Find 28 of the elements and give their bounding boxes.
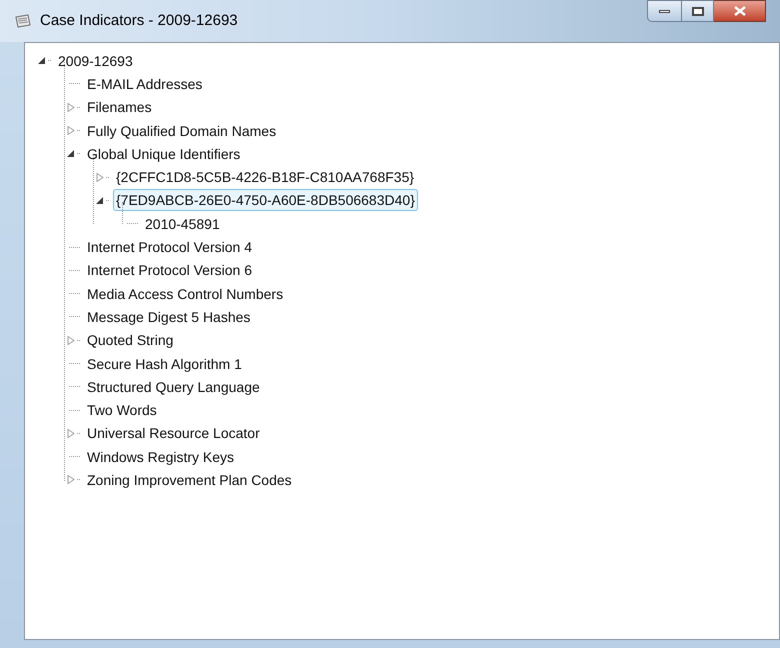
tree-item[interactable]: Zoning Improvement Plan Codes [84, 468, 295, 491]
close-button[interactable] [714, 0, 766, 22]
tree-item[interactable]: Internet Protocol Version 4 [84, 236, 255, 258]
tree-item[interactable]: Windows Registry Keys [84, 446, 238, 468]
expanded-triangle-icon[interactable] [38, 56, 46, 66]
tree-item[interactable]: Universal Resource Locator [84, 422, 263, 444]
window-title: Case Indicators - 2009-12693 [40, 10, 238, 31]
maximize-button[interactable] [682, 0, 714, 22]
close-icon [734, 6, 746, 16]
tree-item[interactable]: {2CFFC1D8-5C5B-4226-B18F-C810AA768F35} [113, 166, 418, 188]
tree-item[interactable]: Secure Hash Algorithm 1 [84, 352, 245, 374]
app-icon [14, 13, 32, 29]
tree-item[interactable]: Fully Qualified Domain Names [84, 120, 280, 142]
tree-item[interactable]: Internet Protocol Version 6 [84, 259, 255, 282]
expanded-triangle-icon[interactable] [96, 196, 104, 205]
tree-item[interactable]: Global Unique Identifiers [84, 142, 244, 165]
tree-item[interactable]: 2010-45891 [142, 212, 223, 235]
minimize-button[interactable] [647, 0, 682, 22]
tree-item[interactable]: E-MAIL Addresses [84, 72, 206, 95]
tree-item[interactable]: {7ED9ABCB-26E0-4750-A60E-8DB506683D40} [113, 189, 418, 212]
tree-item[interactable]: Quoted String [84, 329, 176, 352]
tree-item[interactable]: Structured Query Language [84, 376, 263, 398]
tree-item[interactable]: Message Digest 5 Hashes [84, 306, 254, 328]
tree-item[interactable]: Media Access Control Numbers [84, 282, 286, 305]
expanded-triangle-icon[interactable] [67, 149, 75, 158]
tree-item[interactable]: 2009-12693 [55, 50, 136, 72]
tree-item[interactable]: Two Words [84, 399, 160, 422]
tree-item[interactable]: Filenames [84, 96, 155, 118]
